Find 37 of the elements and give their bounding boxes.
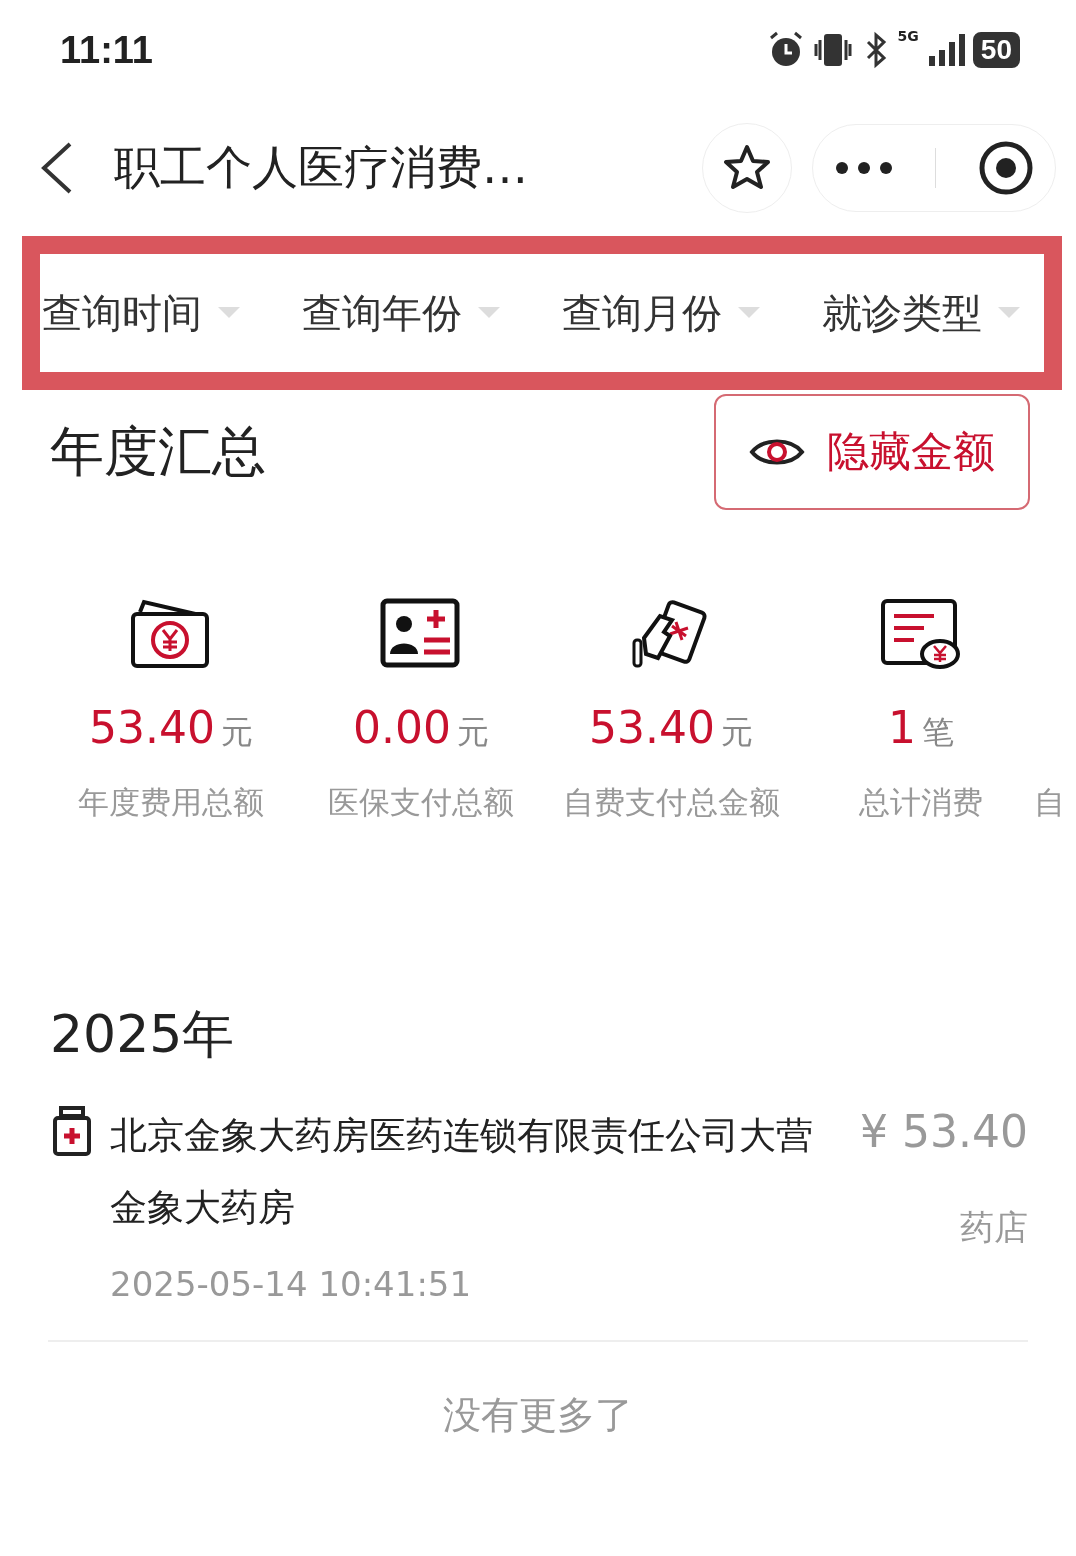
- unit-label: 元: [457, 712, 489, 753]
- filter-dropdown[interactable]: 查询时间: [42, 285, 302, 341]
- amount-value: 0.00: [353, 702, 451, 753]
- filter-dropdown[interactable]: 就诊类型: [822, 285, 1076, 341]
- record-type: 药店: [960, 1206, 1028, 1249]
- end-of-list-text: 没有更多了: [442, 1392, 634, 1439]
- battery-level: 50: [972, 32, 1020, 68]
- unit-label: 元: [721, 712, 753, 753]
- record-amount: ¥ 53.40: [860, 1106, 1028, 1157]
- year-heading: 2025年: [49, 1003, 236, 1066]
- amount-value: 1: [888, 702, 916, 753]
- page-title: 职工个人医疗消费…: [114, 139, 529, 196]
- unit-label: 笔: [922, 712, 954, 753]
- amount-value: 53.40: [589, 702, 715, 753]
- section-title: 年度汇总: [50, 418, 266, 485]
- caret-icon: [998, 307, 1020, 319]
- stat-label: 年度费用总额: [78, 783, 264, 822]
- amount-value: 53.40: [89, 702, 215, 753]
- hide-amount-button[interactable]: 隐藏金额: [714, 394, 1030, 510]
- stat-label: 总计消费: [859, 783, 983, 822]
- stat-label: 自费支付总金额: [562, 783, 780, 822]
- store-name: 北京金象大药房医药连锁有限责任公司大营金象大药房: [110, 1113, 814, 1231]
- pharmacy-icon: [52, 1106, 92, 1156]
- id-card-icon: [380, 598, 462, 670]
- clock-time: 11:11: [60, 28, 153, 72]
- caret-icon: [478, 307, 500, 319]
- filter-dropdown[interactable]: 查询年份: [302, 285, 562, 341]
- transaction-time: 2025-05-14 10:41:51: [110, 1264, 473, 1304]
- unit-label: 元: [221, 712, 253, 753]
- stat-label: 自: [1034, 783, 1065, 822]
- caret-icon: [218, 307, 240, 319]
- network-label: 5G: [897, 28, 919, 44]
- more-icon[interactable]: [833, 160, 894, 176]
- filter-dropdown[interactable]: 查询月份: [562, 285, 822, 341]
- caret-icon: [738, 307, 760, 319]
- stat-label: 医保支付总额: [328, 783, 514, 822]
- cash-icon: [130, 598, 212, 670]
